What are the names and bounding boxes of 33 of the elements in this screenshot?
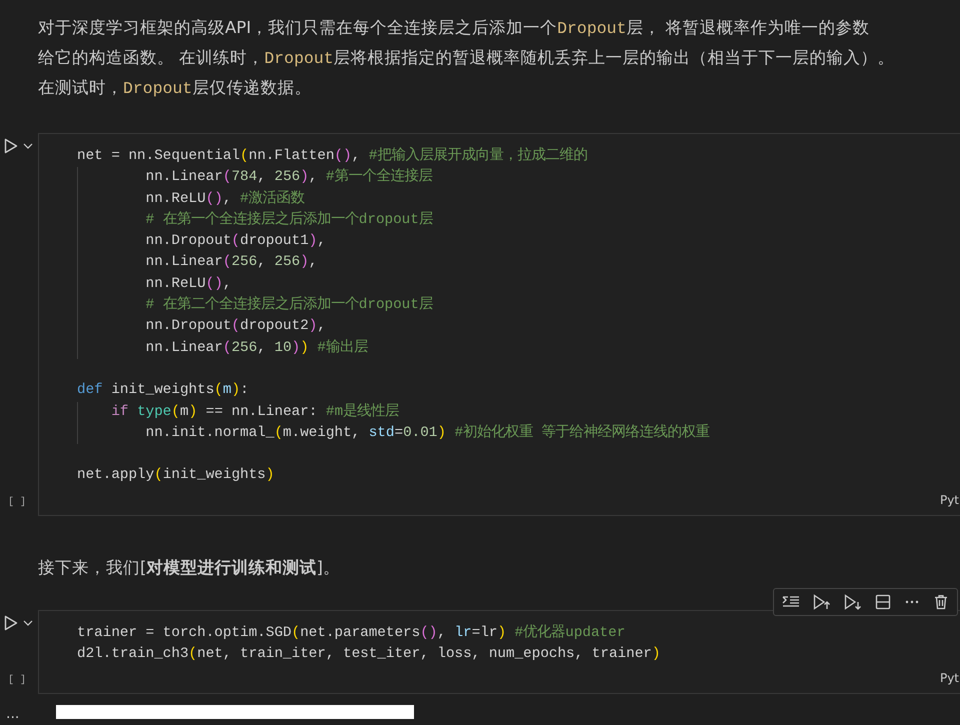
- output-more-label[interactable]: ...: [0, 709, 56, 720]
- execution-count: [ ]: [8, 496, 26, 508]
- code-line: if type(m) == nn.Linear: #m是线性层: [111, 404, 400, 420]
- run-icon[interactable]: [4, 614, 18, 631]
- paragraph: 接下来，我们[对模型进行训练和测试]。: [37, 556, 341, 579]
- code-line: # 在第二个全连接层之后添加一个dropout层: [146, 297, 433, 314]
- code-line: nn.Linear(256, 10)) #输出层: [146, 340, 368, 356]
- code-line: nn.ReLU(),: [146, 276, 232, 292]
- language-label[interactable]: Pyt: [940, 671, 959, 694]
- language-label[interactable]: Pyt: [940, 492, 959, 515]
- code-line: nn.ReLU(), #激活函数: [146, 190, 305, 207]
- code-cell[interactable]: [38, 133, 960, 516]
- run-icon[interactable]: [4, 138, 18, 154]
- split-cell-icon[interactable]: [875, 594, 891, 610]
- execution-count: [ ]: [8, 675, 26, 686]
- paragraph: 对于深度学习框架的高级API，我们只需在每个全连接层之后添加一个Dropout层， 将暂退概率作为唯一的参数 给它的构造函数。 在训练时，Dropout层将根据指定的暂退概率随机丢弃上一层的输出（相当于下一层的输入）。 在测试时，Dropout层仅传递数据。: [37, 17, 896, 100]
- code-line: d2l.train_ch3(net, train_iter, test_iter, loss, num_epochs, trainer): [77, 646, 660, 662]
- code-line: net = nn.Sequential(nn.Flatten(), #把输入层展开成向量，拉成二维的: [77, 148, 588, 164]
- code-cell[interactable]: trainer = torch.optim.SGD(net.parameters(), lr=lr) #优化器updater d2l.train_ch3(net, train_iter, test_iter, loss, num_epochs, trainer) Pyt: [38, 610, 960, 694]
- delete-icon[interactable]: [933, 594, 949, 610]
- code-line: nn.Linear(784, 256), #第一个全连接层: [146, 169, 432, 186]
- code-line: nn.Linear(256, 256),: [146, 254, 318, 270]
- code-line: nn.Dropout(dropout2),: [146, 318, 326, 334]
- code-line: trainer = torch.optim.SGD(net.parameters(), lr=lr) #优化器updater: [77, 624, 626, 641]
- code-line: nn.Dropout(dropout1),: [146, 233, 326, 250]
- chevron-icon[interactable]: [23, 143, 33, 149]
- code-line: def init_weights(m):: [77, 382, 249, 398]
- run-above-icon[interactable]: [813, 594, 831, 610]
- run-below-icon[interactable]: [844, 594, 862, 610]
- code-line: nn.init.normal_(m.weight, std=0.01) #初始化权重 等于给神经网络连线的权重: [146, 424, 710, 441]
- chevron-icon[interactable]: [23, 620, 33, 626]
- code-line: # 在第一个全连接层之后添加一个dropout层: [146, 212, 433, 228]
- code-line: net.apply(init_weights): [77, 467, 274, 484]
